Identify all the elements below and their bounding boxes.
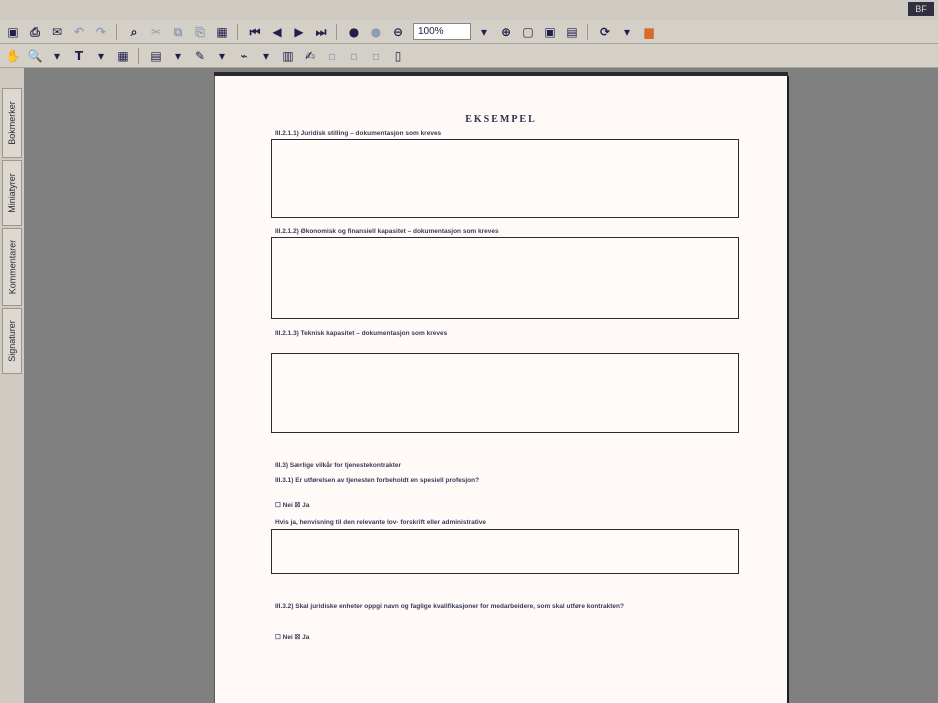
question-label: III.2.1.3) Teknisk kapasitet – dokumenta… [275, 330, 448, 337]
app-badge: BF [908, 2, 934, 16]
toolbar-row-2: ✋ 🔍 ▾ T ▾ ▦ ▤ ▾ ✎ ▾ ⌁ ▾ ▥ ✍ ▫ ▫ ▫ ▯ [0, 44, 938, 68]
previous-page-icon[interactable]: ◀ [268, 24, 286, 40]
cut-icon[interactable]: ✂ [147, 24, 165, 40]
last-page-icon[interactable]: ⏭ [312, 24, 330, 40]
sign-icon[interactable]: ✍ [301, 48, 319, 64]
tab-label: Miniatyrer [7, 173, 18, 213]
reader-icon[interactable]: ▆ [640, 24, 658, 40]
zoom-input[interactable]: 100% [413, 23, 471, 40]
actual-size-icon[interactable]: ▢ [519, 24, 537, 40]
question-label: III.2.1.1) Juridisk stilling – dokumenta… [275, 130, 442, 137]
tool-dropdown-icon[interactable]: ▾ [92, 48, 110, 64]
save-icon[interactable]: ▣ [4, 24, 22, 40]
forward-icon[interactable]: ● [367, 24, 385, 40]
zoom-dropdown-icon[interactable]: ▾ [475, 24, 493, 40]
highlight-icon[interactable]: ⌁ [235, 48, 253, 64]
binoculars-icon[interactable]: ⌕ [125, 24, 143, 40]
tool-dropdown-icon[interactable]: ▾ [48, 48, 66, 64]
next-page-icon[interactable]: ▶ [290, 24, 308, 40]
hand-tool-icon[interactable]: ✋ [4, 48, 22, 64]
answer-box[interactable] [271, 353, 739, 433]
top-toolbar: BF [0, 0, 938, 21]
tab-label: Signaturer [7, 320, 17, 362]
email-icon[interactable]: ✉ [48, 24, 66, 40]
zoom-in-icon[interactable]: ⊕ [497, 24, 515, 40]
document-page[interactable]: EKSEMPEL III.2.1.1) Juridisk stilling – … [214, 76, 789, 703]
text-select-icon[interactable]: T [70, 48, 88, 64]
tool-dropdown-icon[interactable]: ▾ [169, 48, 187, 64]
tab-label: Kommentarer [7, 239, 17, 295]
rotate-icon[interactable]: ⟳ [596, 24, 614, 40]
tab-comments[interactable]: Kommentarer [2, 228, 22, 306]
toolbar-separator [336, 23, 337, 40]
question-label: Hvis ja, henvisning til den relevante lo… [275, 519, 486, 526]
disabled-tool-icon[interactable]: ▫ [345, 48, 363, 64]
toolbar-separator [138, 47, 139, 64]
disabled-tool-icon[interactable]: ▫ [323, 48, 341, 64]
tab-thumbnails[interactable]: Miniatyrer [2, 160, 22, 226]
section-heading: III.3) Særlige vilkår for tjenestekontra… [275, 462, 402, 469]
fit-width-icon[interactable]: ▤ [563, 24, 581, 40]
grid-icon[interactable]: ▦ [213, 24, 231, 40]
back-icon[interactable]: ● [345, 24, 363, 40]
toolbar-row-1: ▣ ⎙ ✉ ↶ ↷ ⌕ ✂ ⧉ ⎘ ▦ ⏮ ◀ ▶ ⏭ ● ● ⊖ 100% ▾… [0, 20, 938, 44]
tool-dropdown-icon[interactable]: ▾ [213, 48, 231, 64]
answer-box[interactable] [271, 139, 739, 218]
navigation-sidebar: Bokmerker Miniatyrer Kommentarer Signatu… [0, 68, 25, 703]
table-select-icon[interactable]: ▦ [114, 48, 132, 64]
redo-icon[interactable]: ↷ [92, 24, 110, 40]
fit-page-icon[interactable]: ▣ [541, 24, 559, 40]
copy-icon[interactable]: ⧉ [169, 24, 187, 40]
yes-no-checkbox[interactable]: ☐ Nei ☒ Ja [275, 501, 309, 509]
note-icon[interactable]: ▤ [147, 48, 165, 64]
form-icon[interactable]: ▥ [279, 48, 297, 64]
pencil-icon[interactable]: ✎ [191, 48, 209, 64]
question-label: III.3.2) Skal juridiske enheter oppgi na… [275, 603, 624, 610]
question-label: III.2.1.2) Økonomisk og finansiell kapas… [275, 228, 499, 235]
toolbar-separator [587, 23, 588, 40]
zoom-tool-icon[interactable]: 🔍 [26, 48, 44, 64]
answer-box[interactable] [271, 237, 739, 319]
question-label: III.3.1) Er utførelsen av tjenesten forb… [275, 477, 480, 484]
tab-bookmarks[interactable]: Bokmerker [2, 88, 22, 158]
yes-no-checkbox[interactable]: ☐ Nei ☒ Ja [275, 633, 309, 641]
disabled-tool-icon[interactable]: ▫ [367, 48, 385, 64]
first-page-icon[interactable]: ⏮ [246, 24, 264, 40]
tool-dropdown-icon[interactable]: ▾ [257, 48, 275, 64]
paste-icon[interactable]: ⎘ [191, 24, 209, 40]
print-icon[interactable]: ⎙ [26, 24, 44, 40]
page-title: EKSEMPEL [465, 114, 537, 125]
answer-box[interactable] [271, 529, 739, 574]
undo-icon[interactable]: ↶ [70, 24, 88, 40]
dropdown-icon[interactable]: ▾ [618, 24, 636, 40]
tab-label: Bokmerker [7, 101, 18, 145]
toolbar-separator [237, 23, 238, 40]
tab-signatures[interactable]: Signaturer [2, 308, 22, 374]
page-icon[interactable]: ▯ [389, 48, 407, 64]
zoom-out-icon[interactable]: ⊖ [389, 24, 407, 40]
toolbar-separator [116, 23, 117, 40]
